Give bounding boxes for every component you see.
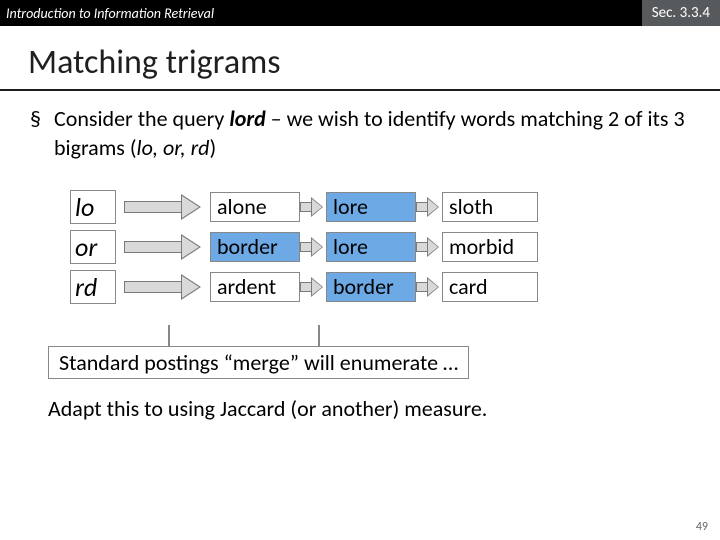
bullet-line: § Consider the query lord – we wish to i… [30, 105, 690, 162]
postings-row: or border lore morbid [70, 228, 690, 266]
merge-text: Standard postings “merge” will enumerate… [48, 346, 469, 379]
posting-cell: sloth [442, 192, 538, 222]
posting-cell: border [326, 272, 416, 302]
posting-cell: card [442, 272, 538, 302]
course-name: Introduction to Information Retrieval [6, 5, 214, 22]
page-number: 49 [696, 520, 708, 534]
posting-cell: lore [326, 192, 416, 222]
bigram-cell: lo [70, 190, 116, 224]
arrow-icon [124, 235, 204, 259]
arrow-icon [300, 197, 326, 217]
posting-cell: morbid [442, 232, 538, 262]
posting-cell: ardent [210, 272, 300, 302]
postings-row: lo alone lore sloth [70, 188, 690, 226]
arrow-icon [300, 277, 326, 297]
arrow-icon [124, 275, 204, 299]
bullet-marker: § [30, 105, 54, 162]
posting-cell: lore [326, 232, 416, 262]
posting-cell: alone [210, 192, 300, 222]
bigram-cell: or [70, 230, 116, 264]
arrow-icon [416, 277, 442, 297]
top-bar: Introduction to Information Retrieval Se… [0, 0, 720, 26]
arrow-icon [416, 197, 442, 217]
postings-row: rd ardent border card [70, 268, 690, 306]
slide-title: Matching trigrams [28, 42, 720, 83]
merge-arrow-icon [318, 326, 320, 345]
posting-cell: border [210, 232, 300, 262]
adapt-text: Adapt this to using Jaccard (or another)… [48, 395, 690, 422]
section-label: Sec. 3.3.4 [642, 0, 720, 26]
bigram-cell: rd [70, 270, 116, 304]
arrow-icon [124, 195, 204, 219]
arrow-icon [416, 237, 442, 257]
arrow-icon [300, 237, 326, 257]
merge-arrow-icon [168, 326, 170, 345]
merge-callout: Standard postings “merge” will enumerate… [48, 346, 469, 379]
postings-diagram: lo alone lore sloth or border lore morbi… [70, 188, 690, 306]
bullet-text: Consider the query lord – we wish to ide… [54, 105, 690, 162]
